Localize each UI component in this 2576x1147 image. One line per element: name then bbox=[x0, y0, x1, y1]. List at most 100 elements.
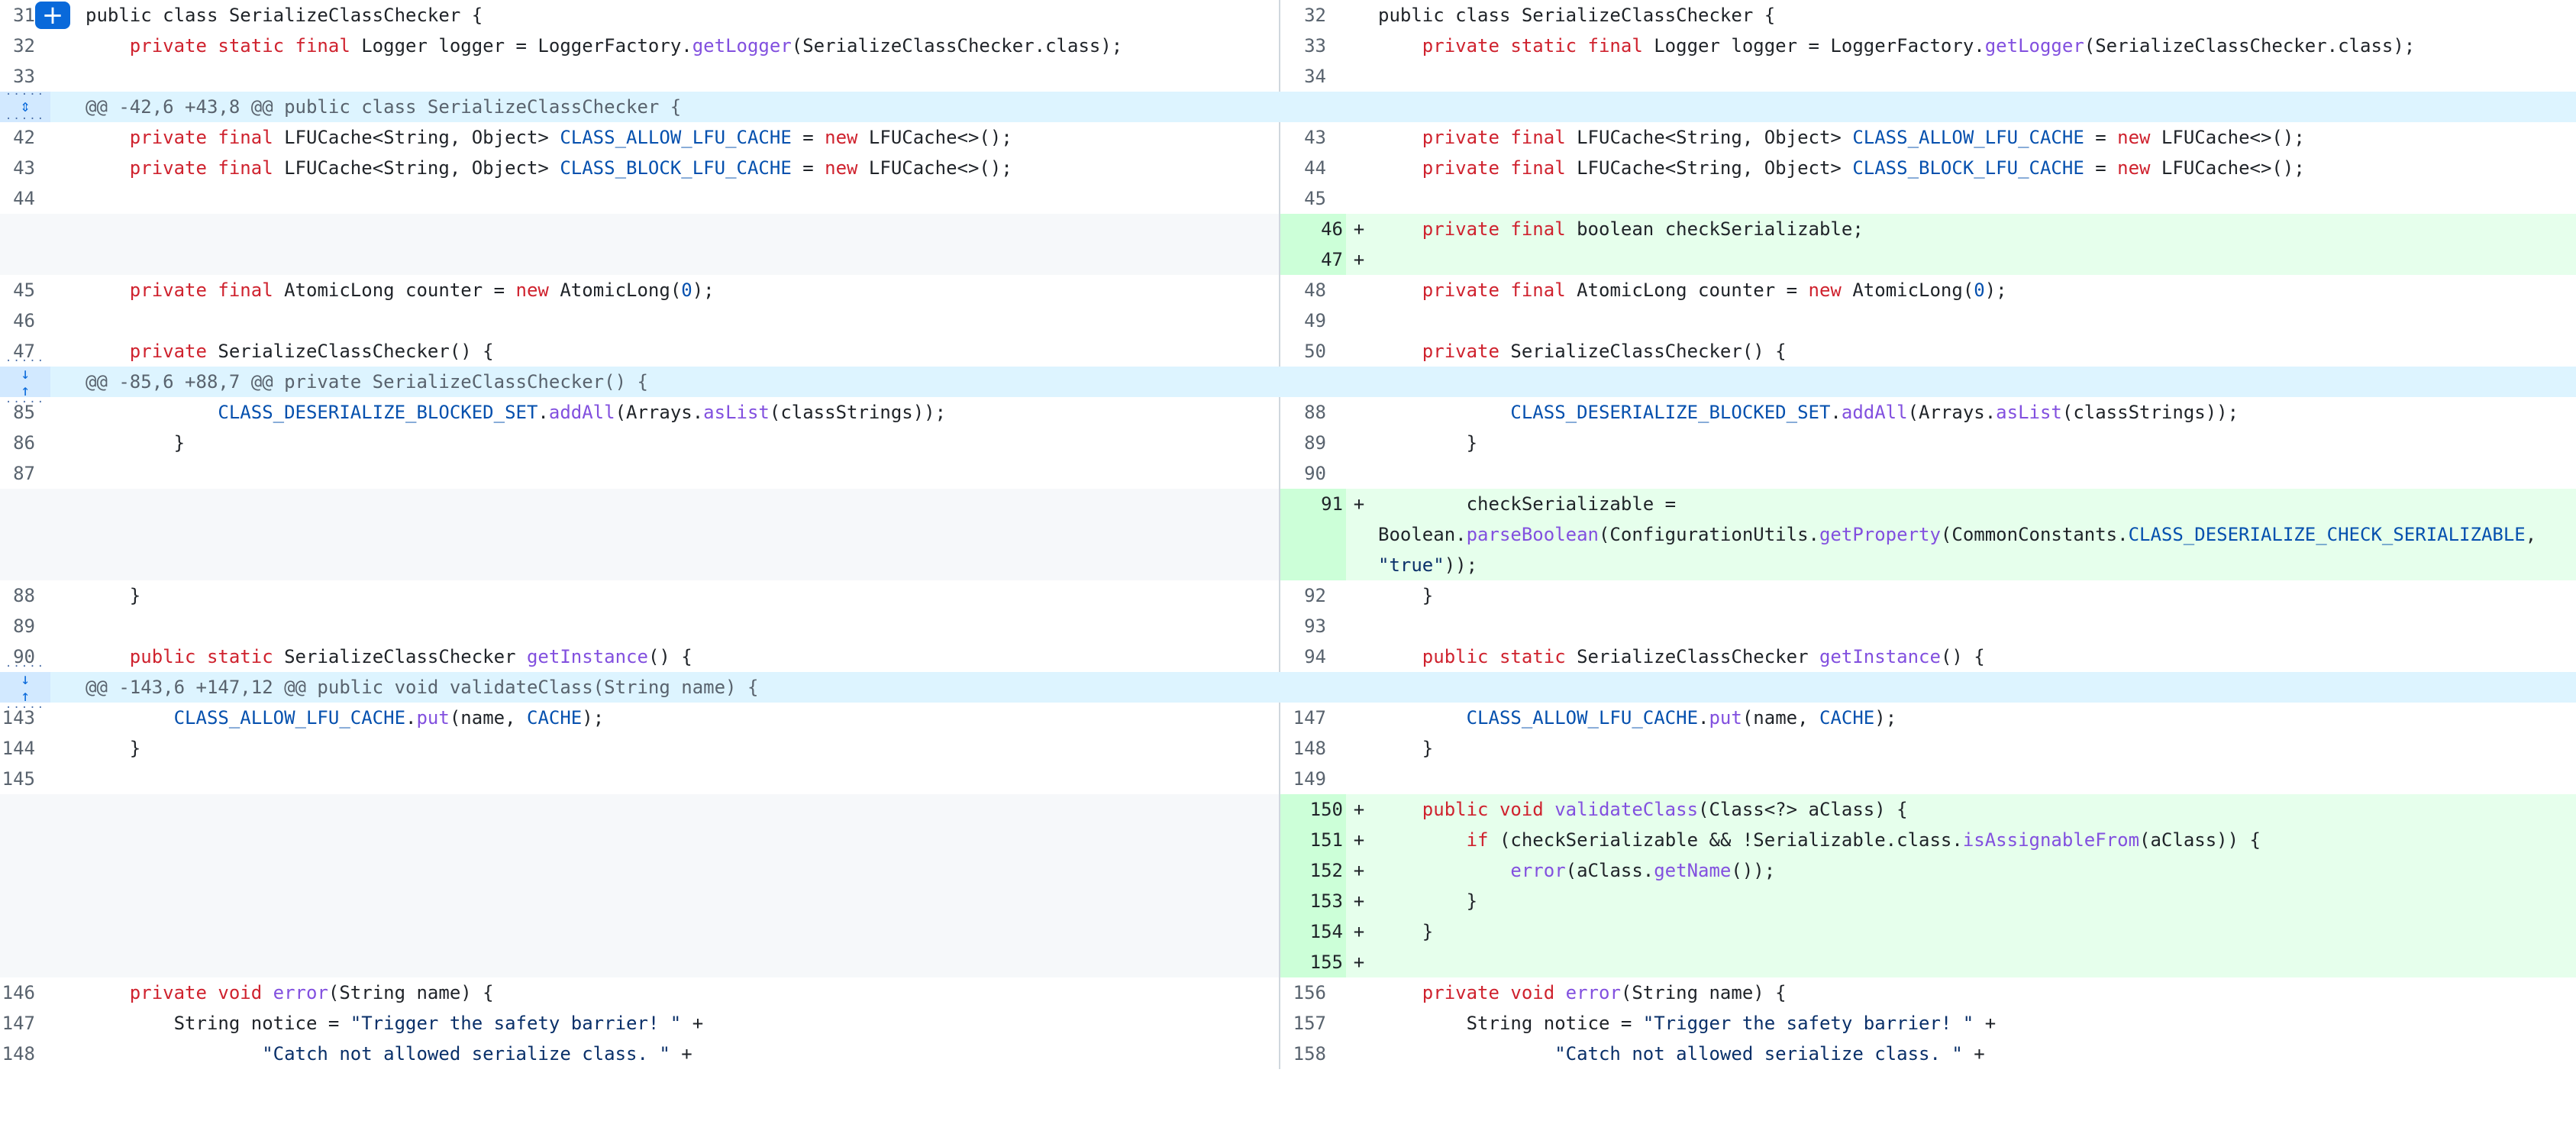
right-line-number[interactable]: 94 bbox=[1280, 641, 1326, 672]
left-line-number[interactable]: 44 bbox=[0, 183, 35, 214]
right-line-number[interactable]: 50 bbox=[1280, 336, 1326, 367]
right-line-number[interactable]: 148 bbox=[1280, 733, 1326, 764]
left-code: "Catch not allowed serialize class. " + bbox=[86, 1039, 692, 1069]
right-line-number[interactable]: 45 bbox=[1280, 183, 1326, 214]
code-token: (CommonConstants. bbox=[1940, 524, 2129, 545]
diff-row: 43 private final LFUCache<String, Object… bbox=[0, 153, 2576, 183]
left-line-number[interactable]: 32 bbox=[0, 31, 35, 61]
left-line-number[interactable]: 33 bbox=[0, 61, 35, 92]
right-line-number[interactable]: 153 bbox=[1280, 886, 1346, 916]
left-line-number[interactable]: 88 bbox=[0, 580, 35, 611]
right-line-number[interactable]: 91 bbox=[1280, 489, 1346, 580]
addition-marker: + bbox=[1353, 249, 1365, 270]
left-code: private final LFUCache<String, Object> C… bbox=[86, 153, 1012, 183]
right-line: 94 public static SerializeClassChecker g… bbox=[1280, 641, 2576, 672]
right-line-number[interactable]: 154 bbox=[1280, 916, 1346, 947]
left-line bbox=[0, 916, 1280, 947]
code-token: (aClass)) { bbox=[2139, 829, 2261, 851]
left-line-number[interactable]: 85 bbox=[0, 397, 35, 428]
right-line-number[interactable]: 92 bbox=[1280, 580, 1326, 611]
code-token: private void bbox=[1378, 982, 1566, 1003]
right-line-number[interactable]: 88 bbox=[1280, 397, 1326, 428]
diff-row: 44 45 bbox=[0, 183, 2576, 214]
right-line: 90 bbox=[1280, 458, 2576, 489]
left-line-number[interactable]: 46 bbox=[0, 305, 35, 336]
right-code: private final LFUCache<String, Object> C… bbox=[1378, 122, 2305, 153]
right-line-number[interactable]: 89 bbox=[1280, 428, 1326, 458]
left-line-number[interactable]: 31 bbox=[0, 0, 35, 31]
left-code: public class SerializeClassChecker { bbox=[86, 0, 483, 31]
expand-lines-button[interactable]: ····· ↓ ↑ ····· bbox=[0, 356, 50, 408]
left-line-number[interactable]: 86 bbox=[0, 428, 35, 458]
left-line-number[interactable]: 87 bbox=[0, 458, 35, 489]
code-token: = bbox=[2084, 127, 2118, 148]
right-line-number[interactable]: 157 bbox=[1280, 1008, 1326, 1039]
left-line-number[interactable]: 45 bbox=[0, 275, 35, 305]
right-line-number[interactable]: 151 bbox=[1280, 825, 1346, 855]
right-line-number[interactable]: 46 bbox=[1280, 214, 1346, 244]
right-code: if (checkSerializable && !Serializable.c… bbox=[1378, 825, 2261, 855]
code-token: (checkSerializable && !Serializable.clas… bbox=[1499, 829, 1963, 851]
expand-lines-button[interactable]: ····· ↓ ↑ ····· bbox=[0, 661, 50, 713]
right-line-number[interactable]: 43 bbox=[1280, 122, 1326, 153]
expand-lines-button[interactable]: ····· ⇕ ····· bbox=[0, 89, 50, 124]
right-line-number[interactable]: 147 bbox=[1280, 703, 1326, 733]
left-line-number[interactable]: 42 bbox=[0, 122, 35, 153]
add-comment-button[interactable]: + bbox=[35, 2, 70, 29]
diff-row: 47 private SerializeClassChecker() {50 p… bbox=[0, 336, 2576, 367]
code-token: () { bbox=[1940, 646, 1985, 667]
code-token: } bbox=[86, 738, 141, 759]
hunk-right bbox=[1280, 92, 2576, 122]
right-line-number[interactable]: 158 bbox=[1280, 1039, 1326, 1069]
code-token: private static final bbox=[1378, 35, 1654, 57]
left-line-number[interactable]: 148 bbox=[0, 1039, 35, 1069]
right-line-number[interactable]: 34 bbox=[1280, 61, 1326, 92]
hunk-left: ····· ↓ ↑ ····· @@ -143,6 +147,12 @@ public … bbox=[0, 661, 1280, 713]
hunk-header-text: @@ -143,6 +147,12 @@ public void validat… bbox=[86, 677, 759, 698]
code-token: AtomicLong counter = bbox=[1577, 279, 1809, 301]
right-line-number[interactable]: 149 bbox=[1280, 764, 1326, 794]
right-line-number[interactable]: 48 bbox=[1280, 275, 1326, 305]
right-line-number[interactable]: 155 bbox=[1280, 947, 1346, 977]
right-line-number[interactable]: 90 bbox=[1280, 458, 1326, 489]
code-token: public class SerializeClassChecker { bbox=[86, 5, 483, 26]
right-line-number[interactable]: 49 bbox=[1280, 305, 1326, 336]
code-token: LFUCache<String, Object> bbox=[284, 127, 560, 148]
left-code: private final AtomicLong counter = new A… bbox=[86, 275, 715, 305]
right-line: 152 + error(aClass.getName()); bbox=[1280, 855, 2576, 886]
right-line-number[interactable]: 44 bbox=[1280, 153, 1326, 183]
right-line-number[interactable]: 47 bbox=[1280, 244, 1346, 275]
left-line-number[interactable]: 147 bbox=[0, 1008, 35, 1039]
right-code: } bbox=[1378, 733, 1433, 764]
left-line bbox=[0, 244, 1280, 275]
left-line-number[interactable]: 43 bbox=[0, 153, 35, 183]
code-token: private bbox=[86, 341, 218, 362]
code-token: LFUCache<String, Object> bbox=[284, 157, 560, 179]
right-line-number[interactable]: 33 bbox=[1280, 31, 1326, 61]
code-token: if bbox=[1378, 829, 1499, 851]
left-line: 32 private static final Logger logger = … bbox=[0, 31, 1280, 61]
code-token: public void bbox=[1378, 799, 1555, 820]
left-line: 148 "Catch not allowed serialize class. … bbox=[0, 1039, 1280, 1069]
left-line-number[interactable]: 143 bbox=[0, 703, 35, 733]
code-token: = bbox=[791, 157, 825, 179]
code-token: (ConfigurationUtils. bbox=[1598, 524, 1819, 545]
right-line-number[interactable]: 156 bbox=[1280, 977, 1326, 1008]
left-line-number[interactable]: 146 bbox=[0, 977, 35, 1008]
right-line: 92 } bbox=[1280, 580, 2576, 611]
split-diff-view: 31 public class SerializeClassChecker { +3… bbox=[0, 0, 2576, 1147]
right-line: 32 public class SerializeClassChecker { bbox=[1280, 0, 2576, 31]
code-token: = bbox=[791, 127, 825, 148]
left-line: 144 } bbox=[0, 733, 1280, 764]
addition-marker: + bbox=[1353, 921, 1365, 942]
right-line-number[interactable]: 150 bbox=[1280, 794, 1346, 825]
code-token: put bbox=[1709, 707, 1742, 729]
right-line: 148 } bbox=[1280, 733, 2576, 764]
right-line-number[interactable]: 32 bbox=[1280, 0, 1326, 31]
code-token: (name, bbox=[1742, 707, 1819, 729]
right-line-number[interactable]: 152 bbox=[1280, 855, 1346, 886]
right-line-number[interactable]: 93 bbox=[1280, 611, 1326, 641]
left-line-number[interactable]: 89 bbox=[0, 611, 35, 641]
left-line-number[interactable]: 144 bbox=[0, 733, 35, 764]
left-line-number[interactable]: 145 bbox=[0, 764, 35, 794]
